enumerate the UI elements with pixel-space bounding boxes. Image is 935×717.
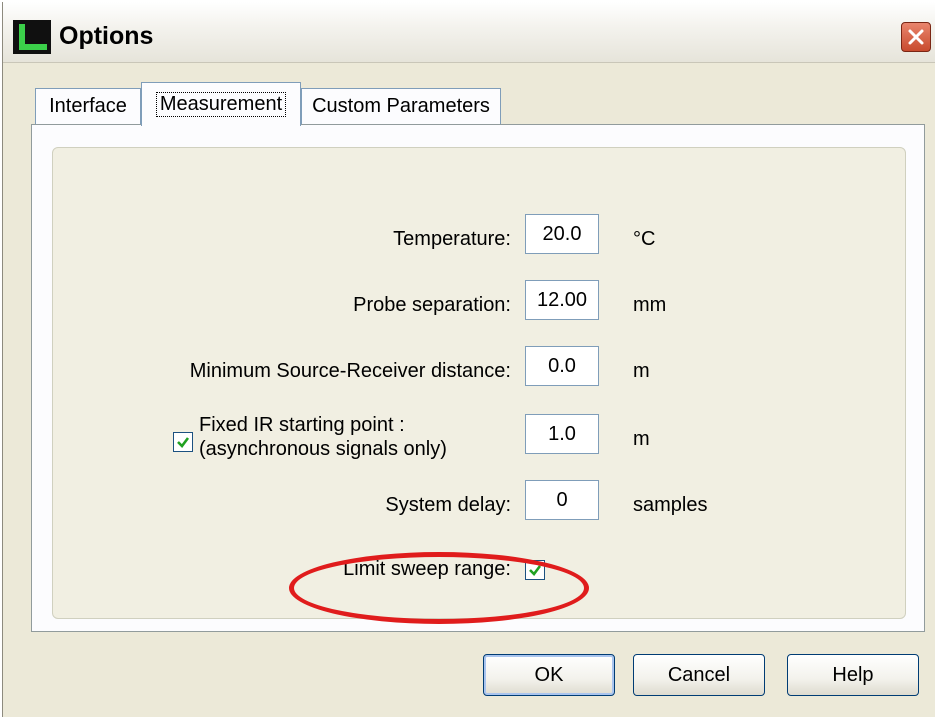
tab-measurement-label: Measurement: [155, 92, 287, 117]
close-button[interactable]: [901, 22, 931, 52]
min-distance-unit: m: [633, 360, 650, 382]
system-delay-input[interactable]: 0: [525, 480, 599, 520]
system-delay-unit: samples: [633, 494, 708, 516]
system-delay-label: System delay:: [385, 494, 511, 516]
temperature-unit: °C: [633, 228, 656, 250]
probe-separation-unit: mm: [633, 294, 667, 316]
window-title: Options: [59, 22, 154, 50]
fixed-ir-unit: m: [633, 428, 650, 450]
min-distance-input[interactable]: 0.0: [525, 346, 599, 386]
checkmark-icon: [177, 437, 190, 448]
highlight-oval: [289, 552, 589, 624]
ok-button[interactable]: OK: [483, 654, 615, 696]
measurement-groupbox: Temperature: 20.0 °C Probe separation: 1…: [52, 147, 906, 624]
tab-interface-label: Interface: [49, 95, 127, 117]
tab-interface[interactable]: Interface: [35, 88, 141, 124]
fixed-ir-input[interactable]: 1.0: [525, 414, 599, 454]
options-dialog: Options Interface Measurement Custom Par…: [2, 2, 935, 717]
probe-separation-input[interactable]: 12.00: [525, 280, 599, 320]
tab-measurement[interactable]: Measurement: [141, 82, 301, 126]
app-icon: [13, 20, 51, 54]
min-distance-label: Minimum Source-Receiver distance:: [189, 360, 511, 382]
temperature-label: Temperature:: [393, 228, 511, 250]
tab-custom-parameters-label: Custom Parameters: [312, 95, 490, 117]
measurement-panel: Temperature: 20.0 °C Probe separation: 1…: [31, 124, 925, 632]
close-icon: [908, 29, 924, 45]
temperature-input[interactable]: 20.0: [525, 214, 599, 254]
probe-separation-label: Probe separation:: [353, 294, 511, 316]
title-bar[interactable]: Options: [3, 2, 935, 63]
tab-custom-parameters[interactable]: Custom Parameters: [301, 88, 501, 124]
fixed-ir-label-line2: (asynchronous signals only): [199, 438, 447, 460]
fixed-ir-checkbox[interactable]: [173, 432, 193, 452]
cancel-button[interactable]: Cancel: [633, 654, 765, 696]
help-button[interactable]: Help: [787, 654, 919, 696]
fixed-ir-label-line1: Fixed IR starting point :: [199, 414, 405, 436]
